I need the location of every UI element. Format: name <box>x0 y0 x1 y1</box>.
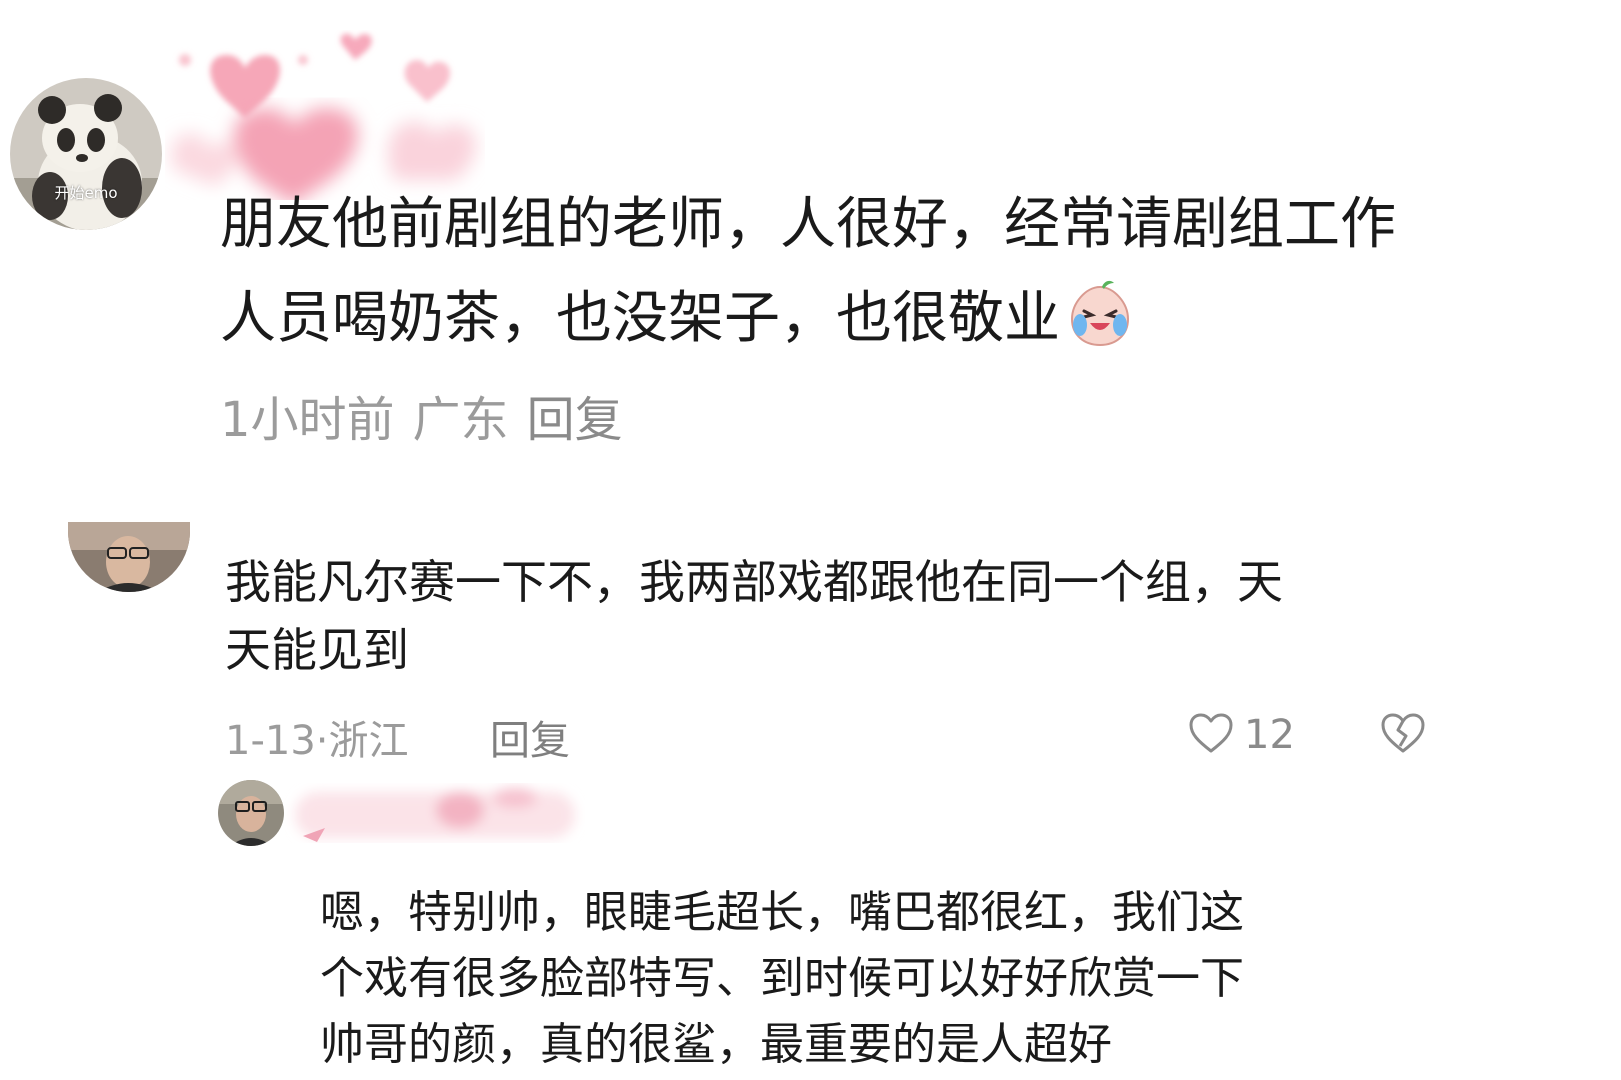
comment-text-line: 我能凡尔赛一下不，我两部戏都跟他在同一个组，天 <box>225 555 1283 609</box>
comment-text: 朋友他前剧组的老师，人很好，经常请剧组工作 人员喝奶茶，也没架子，也很敬业 <box>220 178 1520 366</box>
comment-text-line: 人员喝奶茶，也没架子，也很敬业 <box>220 286 1060 351</box>
comment-text-line: 个戏有很多脸部特写、到时候可以好好欣赏一下 <box>320 953 1244 1004</box>
comment-location: 广东 <box>412 392 509 448</box>
comment-text-line: 嗯，特别帅，眼睫毛超长，嘴巴都很红，我们这 <box>320 887 1244 938</box>
reply-button[interactable]: 回复 <box>527 392 623 448</box>
user-photo-avatar-icon <box>68 522 190 592</box>
comment-meta: 1小时前 广东 回复 <box>220 380 623 450</box>
like-count: 12 <box>1244 712 1295 758</box>
heart-outline-icon <box>1188 712 1234 758</box>
username-heart-decoration <box>165 30 485 205</box>
username-heart-decoration <box>285 780 585 850</box>
comment-text-line: 朋友他前剧组的老师，人很好，经常请剧组工作 <box>220 192 1396 257</box>
crying-laughing-emoji-icon <box>1064 279 1136 351</box>
comment-text-line: 天能见到 <box>225 623 409 677</box>
broken-heart-icon <box>1380 713 1426 758</box>
comment-meta: 1-13·浙江 <box>225 708 409 766</box>
comment-text: 嗯，特别帅，眼睫毛超长，嘴巴都很红，我们这 个戏有很多脸部特写、到时候可以好好欣赏… <box>320 880 1450 1078</box>
comment-text-line: 帅哥的颜，真的很鲨，最重要的是人超好 <box>320 1019 1112 1070</box>
comment-location: 浙江 <box>328 718 409 764</box>
user-avatar[interactable] <box>68 522 190 592</box>
user-avatar[interactable] <box>218 780 284 846</box>
comment-time: 1-13· <box>225 718 329 764</box>
comment-text: 我能凡尔赛一下不，我两部戏都跟他在同一个组，天 天能见到 <box>225 548 1445 684</box>
panda-avatar-icon <box>10 78 162 230</box>
avatar-caption: 开始emo <box>54 183 118 202</box>
like-button[interactable]: 12 <box>1188 712 1295 758</box>
user-photo-avatar-icon <box>218 780 284 846</box>
comment-time: 1小时前 <box>220 392 395 448</box>
reply-button[interactable]: 回复 <box>490 708 570 766</box>
dislike-button[interactable] <box>1380 712 1426 758</box>
user-avatar[interactable]: 开始emo <box>10 78 162 230</box>
